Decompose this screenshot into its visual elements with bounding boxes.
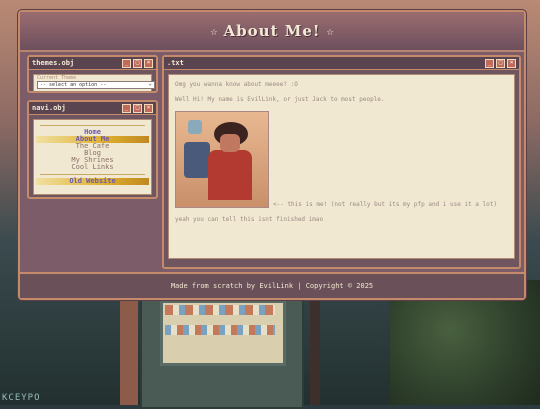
txt-titlebar: .txt _ □ × [164, 57, 519, 70]
minimize-button[interactable]: _ [122, 103, 131, 113]
watermark: KCEYPO [2, 393, 41, 403]
txt-window: .txt _ □ × Omg you wanna know about meee… [162, 55, 521, 269]
theme-select[interactable]: -- select an option -- [37, 80, 155, 89]
navi-body: Home About Me The Cafe Blog My Shrines C… [33, 119, 152, 195]
themes-window: themes.obj _ □ × Current Theme -- select… [27, 55, 158, 93]
navi-window: navi.obj _ □ × Home About Me The Cafe Bl… [27, 100, 158, 199]
unfinished-note: yeah you can tell this isnt finished ima… [175, 216, 324, 223]
profile-picture [175, 111, 269, 208]
minimize-button[interactable]: _ [122, 58, 131, 68]
background-shelf [165, 305, 275, 315]
main-frame: ☆ About Me! ☆ themes.obj _ □ × Current T… [18, 10, 526, 300]
star-icon: ☆ [326, 24, 334, 38]
txt-body: Omg you wanna know about meeee? :O Well … [168, 74, 515, 259]
background-shelf [165, 325, 275, 335]
page-title: About Me! [223, 22, 321, 40]
page-header: ☆ About Me! ☆ [20, 12, 524, 52]
page-footer: Made from scratch by EvilLink | Copyrigh… [20, 272, 524, 298]
close-button[interactable]: × [144, 58, 153, 68]
profile-caption: <-- this is me! (not really but its my p… [273, 201, 497, 208]
close-button[interactable]: × [507, 58, 516, 68]
close-button[interactable]: × [144, 103, 153, 113]
nav-divider [40, 125, 145, 126]
star-icon: ☆ [210, 24, 218, 38]
navi-titlebar: navi.obj _ □ × [29, 102, 156, 115]
themes-titlebar: themes.obj _ □ × [29, 57, 156, 70]
background-lamp [120, 290, 138, 405]
intro-text: Omg you wanna know about meeee? :O [175, 81, 298, 88]
footer-copyright: Made from scratch by EvilLink | Copyrigh… [170, 282, 374, 290]
maximize-button[interactable]: □ [133, 103, 142, 113]
maximize-button[interactable]: □ [133, 58, 142, 68]
navi-window-title: navi.obj [32, 104, 66, 112]
maximize-button[interactable]: □ [496, 58, 505, 68]
intro-text: Well Hi! My name is EvilLink, or just Ja… [175, 96, 385, 103]
profile-row: <-- this is me! (not really but its my p… [175, 111, 508, 208]
nav-link-old-website[interactable]: Old Website [36, 178, 149, 185]
nav-link-cool-links[interactable]: Cool Links [36, 164, 149, 171]
themes-window-title: themes.obj [32, 59, 75, 67]
minimize-button[interactable]: _ [485, 58, 494, 68]
txt-window-title: .txt [167, 59, 184, 67]
themes-body: Current Theme -- select an option -- [33, 74, 155, 92]
nav-divider [40, 174, 145, 175]
